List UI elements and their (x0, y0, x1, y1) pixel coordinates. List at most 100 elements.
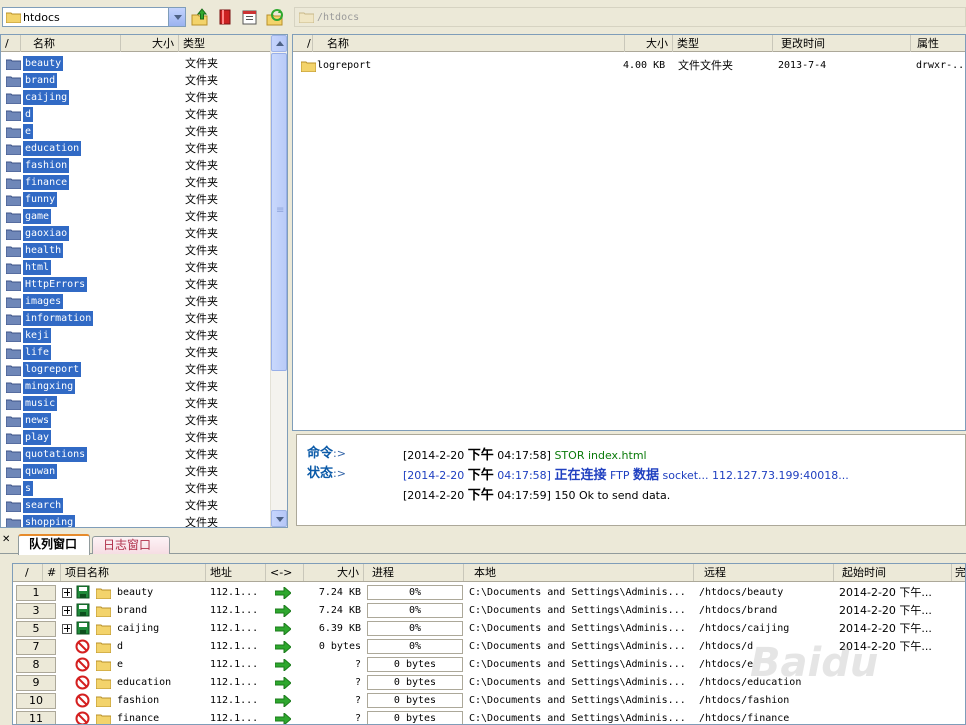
local-row[interactable]: shopping 文件夹 (1, 514, 271, 527)
queue-row[interactable]: 11 finance 112.1...? 0 bytes C:\Documents an… (13, 710, 965, 724)
bottom-tab-strip: ✕ 队列窗口 日志窗口 (0, 532, 966, 555)
refresh-icon[interactable] (265, 7, 285, 27)
local-row[interactable]: html 文件夹 (1, 259, 271, 276)
queue-row[interactable]: 10 fashion 112.1...? 0 bytes C:\Documents an… (13, 692, 965, 710)
col-direction[interactable]: <-> (266, 564, 304, 581)
local-row[interactable]: health 文件夹 (1, 242, 271, 259)
local-row-type: 文件夹 (185, 261, 218, 274)
col-remote[interactable]: 远程 (694, 564, 834, 581)
local-site-combo[interactable]: htdocs (2, 7, 186, 27)
col-name[interactable]: 名称 (21, 35, 121, 52)
folder-icon (6, 467, 21, 478)
remote-row-name: logreport (317, 60, 372, 71)
folder-icon (96, 642, 111, 653)
local-row[interactable]: s 文件夹 (1, 480, 271, 497)
local-row[interactable]: e 文件夹 (1, 123, 271, 140)
col-start-time[interactable]: 起始时间 (834, 564, 952, 581)
col-finish[interactable]: 完 (952, 564, 965, 581)
queue-row[interactable]: 5 caijing 112.1... 6.39 KB 0% C:\Documents an… (13, 620, 965, 638)
local-row[interactable]: education 文件夹 (1, 140, 271, 157)
local-row[interactable]: search 文件夹 (1, 497, 271, 514)
col-size[interactable]: 大小 (603, 35, 673, 52)
folder-icon (6, 161, 21, 172)
local-row[interactable]: images 文件夹 (1, 293, 271, 310)
col-local[interactable]: 本地 (464, 564, 694, 581)
scroll-up-button[interactable] (271, 35, 287, 52)
scroll-down-button[interactable] (271, 510, 287, 527)
up-folder-icon[interactable] (190, 7, 210, 27)
local-row[interactable]: music 文件夹 (1, 395, 271, 412)
pin-icon[interactable]: ✕ (2, 534, 10, 545)
scroll-thumb[interactable] (271, 53, 287, 371)
remote-file-list[interactable]: / 名称 大小 类型 更改时间 属性 logreport 4.00 KB 文件文… (292, 34, 966, 431)
local-row[interactable]: keji 文件夹 (1, 327, 271, 344)
folder-icon (6, 382, 21, 393)
queue-row-address: 112.1... (210, 587, 259, 598)
local-row[interactable]: life 文件夹 (1, 344, 271, 361)
folder-icon (6, 433, 21, 444)
tab-queue-window[interactable]: 队列窗口 (18, 534, 90, 555)
queue-row-progress: 0 bytes (367, 657, 463, 672)
expand-icon[interactable] (62, 624, 72, 634)
local-row[interactable]: fashion 文件夹 (1, 157, 271, 174)
col-modified[interactable]: 更改时间 (773, 35, 911, 52)
col-type[interactable]: 类型 (179, 35, 271, 52)
local-vertical-scrollbar[interactable] (270, 35, 287, 527)
local-row[interactable]: d 文件夹 (1, 106, 271, 123)
local-row[interactable]: game 文件夹 (1, 208, 271, 225)
local-row-name: news (23, 413, 52, 428)
col-sort[interactable]: / (1, 35, 21, 52)
local-row[interactable]: beauty 文件夹 (1, 55, 271, 72)
col-item-name[interactable]: 项目名称 (61, 564, 206, 581)
save-icon (76, 603, 90, 617)
local-file-list[interactable]: / 名称 大小 类型 beauty 文件夹 brand 文件夹 caijing 文件夹 d 文… (0, 34, 288, 528)
queue-row-remote: /htdocs/e (699, 659, 754, 670)
col-number[interactable]: # (43, 564, 61, 581)
queue-row[interactable]: 3 brand 112.1... 7.24 KB 0% C:\Documents and … (13, 602, 965, 620)
remote-path-box[interactable]: /htdocs (294, 7, 966, 27)
remote-row[interactable]: logreport 4.00 KB 文件文件夹 2013-7-4 drwxr-.… (293, 57, 965, 74)
local-row[interactable]: HttpErrors 文件夹 (1, 276, 271, 293)
col-size[interactable]: 大小 (121, 35, 179, 52)
col-progress[interactable]: 进程 (364, 564, 464, 581)
queue-row[interactable]: 1 beauty 112.1... 7.24 KB 0% C:\Documents and… (13, 584, 965, 602)
col-size[interactable]: 大小 (304, 564, 364, 581)
local-row[interactable]: finance 文件夹 (1, 174, 271, 191)
local-row[interactable]: caijing 文件夹 (1, 89, 271, 106)
bookmark-icon[interactable] (215, 7, 235, 27)
local-row[interactable]: news 文件夹 (1, 412, 271, 429)
tab-log-window[interactable]: 日志窗口 (92, 536, 170, 554)
local-row[interactable]: quotations 文件夹 (1, 446, 271, 463)
remote-toolbar: /htdocs (292, 0, 966, 34)
upload-arrow-icon (275, 641, 291, 653)
col-sort[interactable]: / (293, 35, 313, 52)
folder-icon (6, 416, 21, 427)
local-row[interactable]: quwan 文件夹 (1, 463, 271, 480)
folder-icon (96, 678, 111, 689)
folder-icon (6, 178, 21, 189)
col-address[interactable]: 地址 (206, 564, 266, 581)
col-name[interactable]: 名称 (313, 35, 625, 52)
blocked-icon (75, 639, 90, 654)
local-row[interactable]: play 文件夹 (1, 429, 271, 446)
local-row[interactable]: funny 文件夹 (1, 191, 271, 208)
properties-icon[interactable] (240, 7, 260, 27)
queue-row-progress: 0 bytes (367, 711, 463, 724)
folder-icon (96, 660, 111, 671)
col-sort[interactable]: / (13, 564, 43, 581)
log-message: [2014-2-20 下午 04:17:59] 150 Ok to send d… (403, 488, 671, 503)
queue-row-number: 10 (16, 693, 56, 709)
local-row[interactable]: gaoxiao 文件夹 (1, 225, 271, 242)
local-row[interactable]: logreport 文件夹 (1, 361, 271, 378)
folder-icon (96, 588, 111, 599)
combo-dropdown-arrow[interactable] (168, 8, 185, 26)
col-type[interactable]: 类型 (673, 35, 773, 52)
expand-icon[interactable] (62, 588, 72, 598)
queue-row-number: 3 (16, 603, 56, 619)
col-attr[interactable]: 属性 (911, 35, 965, 52)
local-row[interactable]: brand 文件夹 (1, 72, 271, 89)
expand-icon[interactable] (62, 606, 72, 616)
local-row[interactable]: information 文件夹 (1, 310, 271, 327)
local-row-type: 文件夹 (185, 108, 218, 121)
local-row[interactable]: mingxing 文件夹 (1, 378, 271, 395)
